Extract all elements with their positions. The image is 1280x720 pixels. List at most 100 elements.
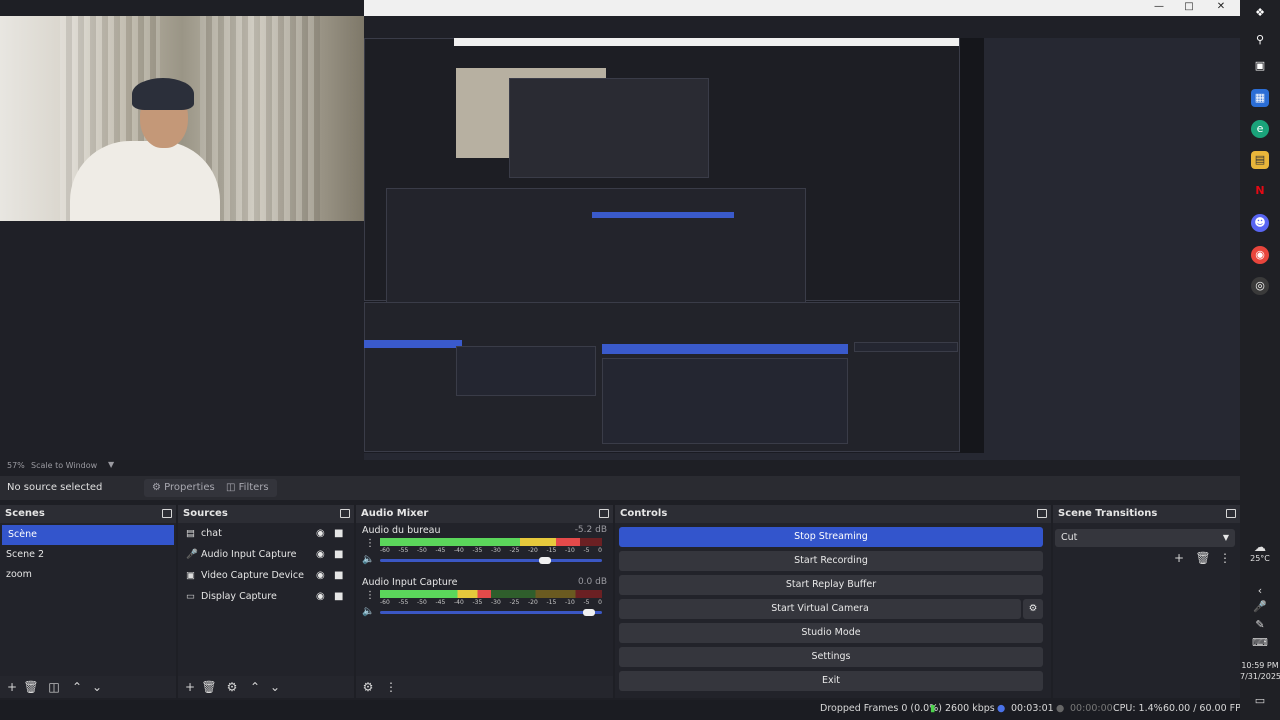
windows-start-icon[interactable]: ❖ xyxy=(1251,4,1269,22)
undock-icon[interactable] xyxy=(599,509,609,518)
start-virtual-camera-button[interactable]: Start Virtual Camera xyxy=(619,599,1021,619)
file-explorer-icon[interactable]: ▤ xyxy=(1251,151,1269,169)
obs-icon[interactable]: ◎ xyxy=(1251,277,1269,295)
advanced-audio-icon[interactable]: ⚙ xyxy=(360,679,376,695)
kebab-menu-icon[interactable]: ⋮ xyxy=(365,590,375,601)
eye-icon[interactable]: ◉ xyxy=(316,523,325,544)
search-icon[interactable]: ⚲ xyxy=(1251,31,1269,49)
chrome-icon[interactable]: ◉ xyxy=(1251,246,1269,264)
properties-button[interactable]: ⚙ Properties xyxy=(144,479,223,497)
virtual-camera-settings-button[interactable]: ⚙ xyxy=(1023,599,1043,619)
stop-streaming-button[interactable]: Stop Streaming xyxy=(619,527,1043,547)
source-selection-label: No source selected xyxy=(7,482,103,493)
meter-tick-label: -30 xyxy=(491,547,501,554)
move-down-icon[interactable]: ⌄ xyxy=(89,679,105,695)
speaker-icon[interactable]: 🔈 xyxy=(362,554,374,565)
move-down-icon[interactable]: ⌄ xyxy=(267,679,283,695)
add-source-icon[interactable]: + xyxy=(182,679,198,695)
scene-item[interactable]: Scène xyxy=(2,525,174,545)
filter-icon[interactable]: ◫ xyxy=(46,679,62,695)
window-titlebar: — □ ✕ xyxy=(364,0,1240,16)
meter-tick-label: -45 xyxy=(435,599,446,606)
notification-icon[interactable]: ▭ xyxy=(1251,692,1269,710)
meter-tick-label: -10 xyxy=(565,547,575,554)
mixer-channel: Audio du bureau -5.2 dB ⋮ -60 -55 -50 -45 -4… xyxy=(356,523,613,575)
lock-icon[interactable]: ■ xyxy=(334,544,343,565)
gear-icon[interactable]: ⚙ xyxy=(224,679,240,695)
weather-widget[interactable]: ☁ 25°C xyxy=(1240,540,1280,563)
maximize-icon[interactable]: □ xyxy=(1174,0,1204,16)
source-toolbar: No source selected ⚙ Properties ◫ Filter… xyxy=(0,476,1240,500)
clock[interactable]: 10:59 PM 7/31/2025 xyxy=(1240,660,1280,682)
volume-slider[interactable] xyxy=(380,609,602,616)
undock-icon[interactable] xyxy=(340,509,350,518)
preview-area[interactable] xyxy=(0,16,1240,460)
settings-button[interactable]: Settings xyxy=(619,647,1043,667)
slider-knob[interactable] xyxy=(583,609,596,616)
exit-button[interactable]: Exit xyxy=(619,671,1043,691)
filters-button[interactable]: ◫ Filters xyxy=(218,479,277,497)
undock-icon[interactable] xyxy=(1226,509,1236,518)
trash-icon[interactable]: 🗑 xyxy=(23,679,39,695)
move-up-icon[interactable]: ⌃ xyxy=(247,679,263,695)
sources-footer: + 🗑 ⚙ ⌃ ⌄ xyxy=(178,676,354,698)
stream-icon: ● xyxy=(997,703,1006,714)
lock-icon[interactable]: ■ xyxy=(334,523,343,544)
mixer-title: Audio Mixer xyxy=(361,508,429,519)
properties-label: Properties xyxy=(164,482,215,493)
close-icon[interactable]: ✕ xyxy=(1206,0,1236,16)
discord-icon[interactable]: ☻ xyxy=(1251,214,1269,232)
eye-icon[interactable]: ◉ xyxy=(316,544,325,565)
source-item[interactable]: ▤ chat ◉ ■ xyxy=(178,523,354,544)
source-item[interactable]: ▣ Video Capture Device ◉ ■ xyxy=(178,565,354,586)
trash-icon[interactable]: 🗑 xyxy=(201,679,217,695)
scene-item[interactable]: Scene 2 xyxy=(0,545,176,565)
speaker-icon[interactable]: 🔈 xyxy=(362,606,374,617)
source-item[interactable]: 🎤 Audio Input Capture ◉ ■ xyxy=(178,544,354,565)
task-view-icon[interactable]: ▣ xyxy=(1251,57,1269,75)
pen-icon[interactable]: ✎ xyxy=(1251,616,1269,634)
scenes-header: Scenes xyxy=(0,505,176,523)
kebab-menu-icon[interactable]: ⋮ xyxy=(365,538,375,549)
meter-tick-label: -50 xyxy=(417,599,427,606)
store-icon[interactable]: ▦ xyxy=(1251,89,1269,107)
kebab-menu-icon[interactable]: ⋮ xyxy=(1217,550,1233,566)
trash-icon[interactable]: 🗑 xyxy=(1195,550,1211,566)
meter-tick-label: -10 xyxy=(565,599,575,606)
gear-icon: ⚙ xyxy=(152,482,165,493)
source-item[interactable]: ▭ Display Capture ◉ ■ xyxy=(178,586,354,607)
undock-icon[interactable] xyxy=(162,509,172,518)
meter-tick-label: -5 xyxy=(583,599,590,606)
volume-slider[interactable] xyxy=(380,557,602,564)
undock-icon[interactable] xyxy=(1037,509,1047,518)
start-recording-button[interactable]: Start Recording xyxy=(619,551,1043,571)
start-replay-buffer-button[interactable]: Start Replay Buffer xyxy=(619,575,1043,595)
lock-icon[interactable]: ■ xyxy=(334,586,343,607)
add-transition-icon[interactable]: + xyxy=(1171,550,1187,566)
microphone-icon[interactable]: 🎤 xyxy=(1251,598,1269,616)
eye-icon[interactable]: ◉ xyxy=(316,586,325,607)
kebab-menu-icon[interactable]: ⋮ xyxy=(383,679,399,695)
meter-tick-label: -50 xyxy=(417,547,427,554)
minimize-icon[interactable]: — xyxy=(1144,0,1174,16)
move-up-icon[interactable]: ⌃ xyxy=(69,679,85,695)
studio-mode-button[interactable]: Studio Mode xyxy=(619,623,1043,643)
add-scene-icon[interactable]: + xyxy=(4,679,20,695)
transition-select[interactable]: Cut ▼ xyxy=(1055,529,1235,547)
slider-knob[interactable] xyxy=(538,557,551,564)
chevron-down-icon[interactable]: ▼ xyxy=(108,460,114,469)
scene-item[interactable]: zoom xyxy=(0,565,176,585)
lock-icon[interactable]: ■ xyxy=(334,565,343,586)
meter-ticks: -60 -55 -50 -45 -40 -35 -30 -25 -20 -15 -10 -5 0 xyxy=(380,547,602,554)
eye-icon[interactable]: ◉ xyxy=(316,565,325,586)
netflix-icon[interactable]: N xyxy=(1251,182,1269,200)
nested-screen-capture xyxy=(364,38,960,453)
scale-mode-select[interactable]: Scale to Window xyxy=(31,461,97,470)
edge-icon[interactable]: e xyxy=(1251,120,1269,138)
meter-tick-label: -55 xyxy=(398,599,409,606)
mixer-channel: Audio Input Capture 0.0 dB ⋮ -60 -55 -50 -4… xyxy=(356,575,613,627)
source-label: Video Capture Device xyxy=(201,570,304,581)
meter-tick-label: 0 xyxy=(598,599,602,606)
keyboard-icon[interactable]: ⌨ xyxy=(1251,634,1269,652)
mixer-footer: ⚙ ⋮ xyxy=(356,676,613,698)
